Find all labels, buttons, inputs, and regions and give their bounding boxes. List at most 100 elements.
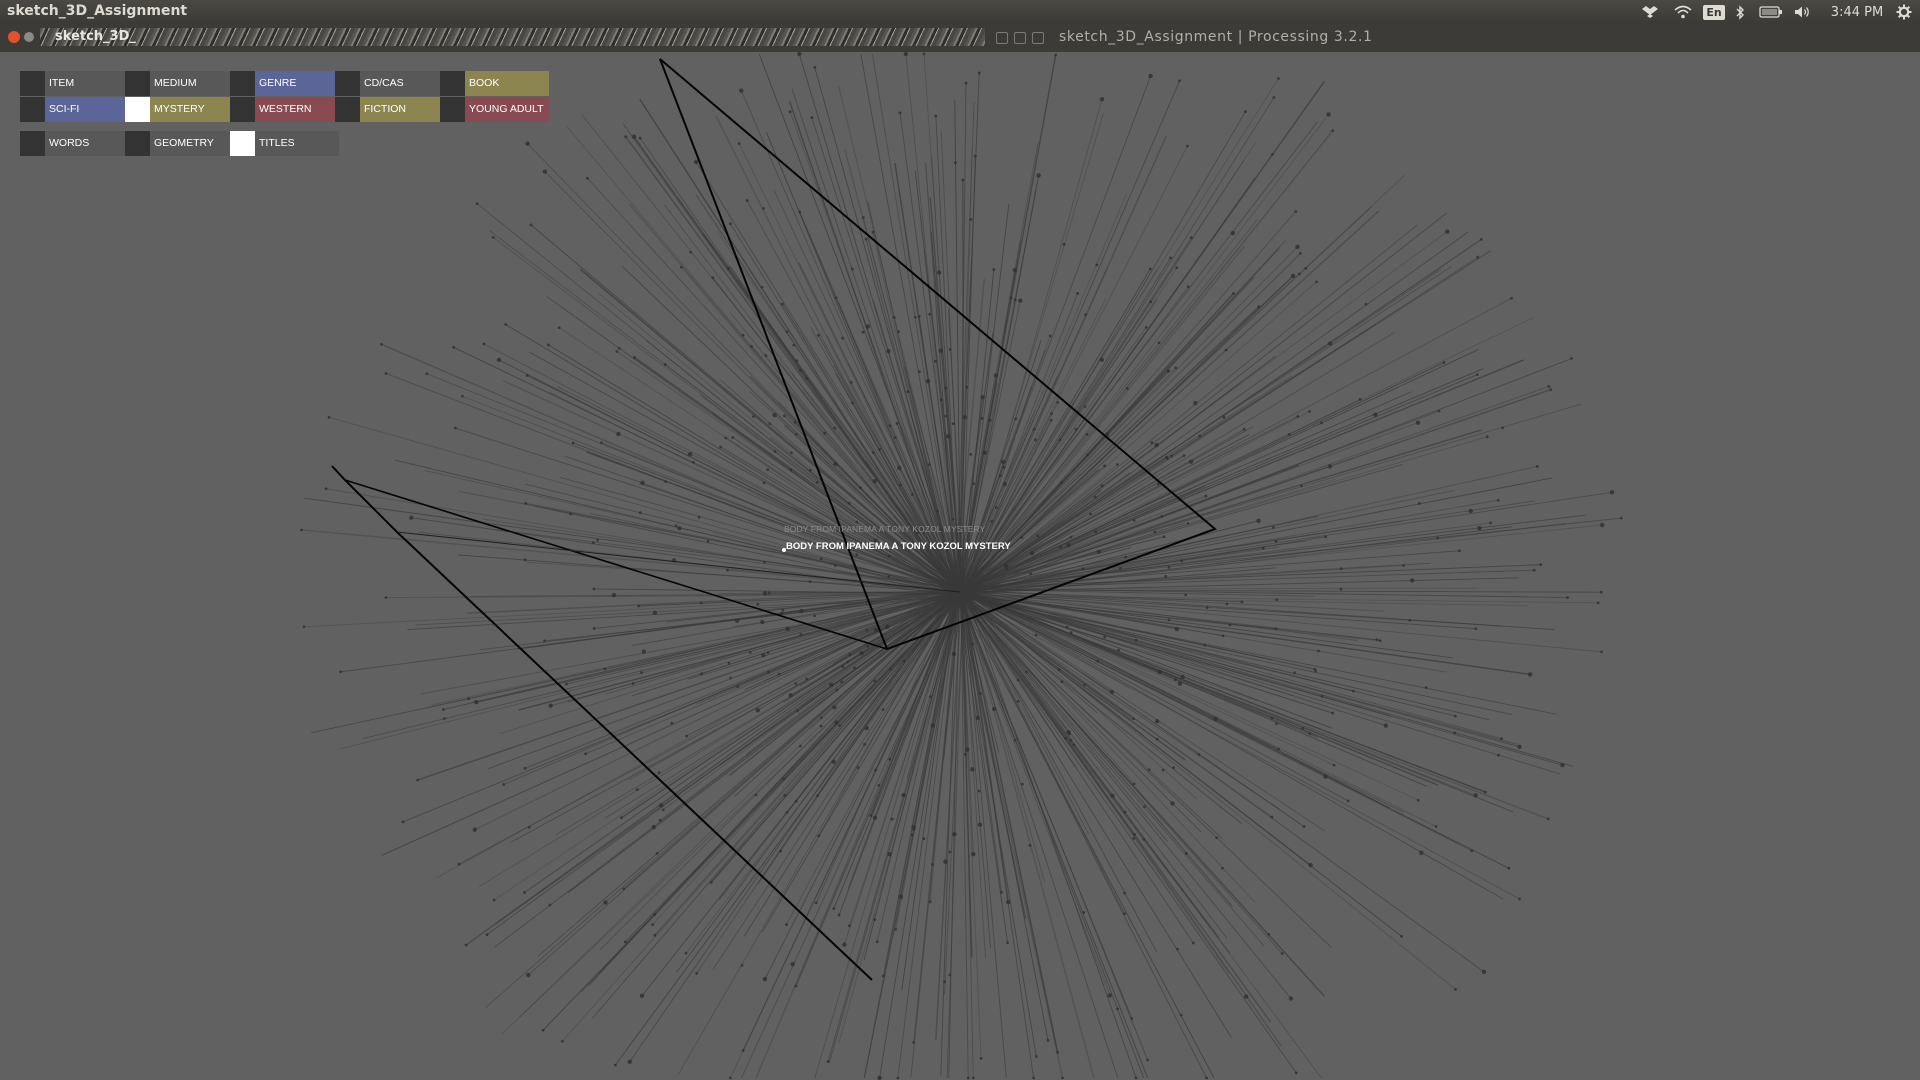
- data-node[interactable]: [1072, 743, 1076, 747]
- data-node[interactable]: [783, 793, 787, 797]
- data-node[interactable]: [1619, 516, 1623, 520]
- data-node[interactable]: [895, 422, 899, 425]
- data-node[interactable]: [384, 596, 388, 599]
- data-node[interactable]: [1275, 598, 1279, 602]
- data-node[interactable]: [1116, 463, 1119, 466]
- data-node[interactable]: [1147, 768, 1151, 772]
- data-node[interactable]: [805, 677, 809, 681]
- data-node[interactable]: [548, 903, 552, 907]
- data-node[interactable]: [788, 110, 792, 114]
- data-node[interactable]: [1086, 453, 1089, 457]
- data-node[interactable]: [788, 693, 793, 698]
- data-node[interactable]: [849, 380, 853, 384]
- data-node[interactable]: [766, 651, 770, 655]
- data-node[interactable]: [638, 136, 642, 140]
- data-node[interactable]: [948, 850, 952, 854]
- data-node[interactable]: [878, 447, 881, 451]
- data-node[interactable]: [851, 401, 854, 405]
- data-node[interactable]: [529, 223, 533, 227]
- toggle-label[interactable]: WORDS: [45, 131, 129, 156]
- data-node[interactable]: [1327, 464, 1333, 469]
- data-node[interactable]: [1402, 564, 1406, 567]
- data-node[interactable]: [1034, 633, 1038, 637]
- data-node[interactable]: [871, 451, 875, 454]
- data-node[interactable]: [661, 808, 665, 812]
- settings-gear-icon[interactable]: [1894, 0, 1914, 24]
- data-node[interactable]: [1150, 441, 1154, 444]
- data-node[interactable]: [1364, 302, 1368, 306]
- data-node[interactable]: [810, 116, 814, 119]
- data-node[interactable]: [861, 330, 865, 334]
- data-node[interactable]: [731, 436, 735, 439]
- data-node[interactable]: [1016, 699, 1020, 703]
- data-node[interactable]: [657, 771, 661, 775]
- data-node[interactable]: [965, 385, 969, 389]
- data-node[interactable]: [1352, 689, 1355, 693]
- data-node[interactable]: [1069, 631, 1073, 635]
- data-node[interactable]: [474, 700, 479, 705]
- data-node[interactable]: [1149, 300, 1153, 304]
- data-node[interactable]: [847, 924, 851, 928]
- data-node[interactable]: [865, 324, 871, 329]
- data-node[interactable]: [1172, 766, 1176, 770]
- data-node[interactable]: [951, 422, 955, 426]
- data-node[interactable]: [799, 368, 802, 372]
- data-node[interactable]: [543, 639, 547, 643]
- data-node[interactable]: [1095, 263, 1099, 267]
- data-node[interactable]: [457, 862, 461, 866]
- data-node[interactable]: [1479, 238, 1483, 241]
- data-node[interactable]: [805, 376, 808, 380]
- close-window-button[interactable]: [8, 31, 20, 43]
- data-node[interactable]: [1416, 798, 1420, 802]
- data-node[interactable]: [946, 434, 951, 439]
- data-node[interactable]: [1203, 643, 1207, 647]
- data-node[interactable]: [1308, 862, 1313, 868]
- data-node[interactable]: [943, 859, 948, 864]
- data-node[interactable]: [865, 628, 869, 632]
- data-node[interactable]: [934, 114, 938, 118]
- data-node[interactable]: [699, 601, 703, 605]
- toggle-label[interactable]: MYSTERY: [150, 97, 234, 122]
- data-node[interactable]: [1156, 482, 1160, 486]
- data-node[interactable]: [951, 651, 957, 657]
- data-node[interactable]: [897, 465, 902, 471]
- data-node[interactable]: [1083, 683, 1086, 687]
- toggle-switch[interactable]: [20, 131, 45, 156]
- toggle-switch[interactable]: [230, 71, 255, 96]
- data-node[interactable]: [1437, 409, 1441, 413]
- data-node[interactable]: [1064, 736, 1068, 740]
- toggle-label[interactable]: WESTERN: [255, 97, 339, 122]
- data-node[interactable]: [814, 901, 818, 905]
- data-node[interactable]: [560, 1039, 564, 1043]
- data-node[interactable]: [785, 626, 790, 631]
- data-node[interactable]: [762, 207, 765, 210]
- data-node[interactable]: [1157, 341, 1161, 345]
- data-node[interactable]: [639, 993, 645, 999]
- data-node[interactable]: [841, 336, 844, 340]
- toggle-label[interactable]: TITLES: [255, 131, 339, 156]
- data-node[interactable]: [1165, 456, 1169, 460]
- data-node[interactable]: [888, 757, 892, 761]
- data-node[interactable]: [887, 554, 891, 558]
- data-node[interactable]: [1535, 465, 1539, 468]
- data-node[interactable]: [1315, 280, 1318, 284]
- data-node[interactable]: [492, 898, 496, 902]
- toggle-book[interactable]: BOOK: [440, 71, 549, 96]
- data-node[interactable]: [1083, 405, 1087, 408]
- data-node[interactable]: [829, 682, 834, 687]
- data-node[interactable]: [756, 602, 760, 606]
- data-node[interactable]: [1326, 112, 1331, 117]
- data-node[interactable]: [1186, 522, 1190, 525]
- data-node[interactable]: [525, 141, 530, 146]
- data-node[interactable]: [913, 315, 917, 319]
- data-node[interactable]: [1458, 549, 1461, 553]
- data-node[interactable]: [441, 708, 445, 711]
- data-node[interactable]: [817, 834, 821, 838]
- data-node[interactable]: [1408, 618, 1412, 622]
- data-node[interactable]: [993, 373, 999, 378]
- data-node[interactable]: [1119, 566, 1122, 570]
- toggle-western[interactable]: WESTERN: [230, 97, 339, 122]
- data-node[interactable]: [783, 414, 786, 418]
- data-node[interactable]: [1609, 490, 1615, 495]
- data-node[interactable]: [846, 660, 850, 664]
